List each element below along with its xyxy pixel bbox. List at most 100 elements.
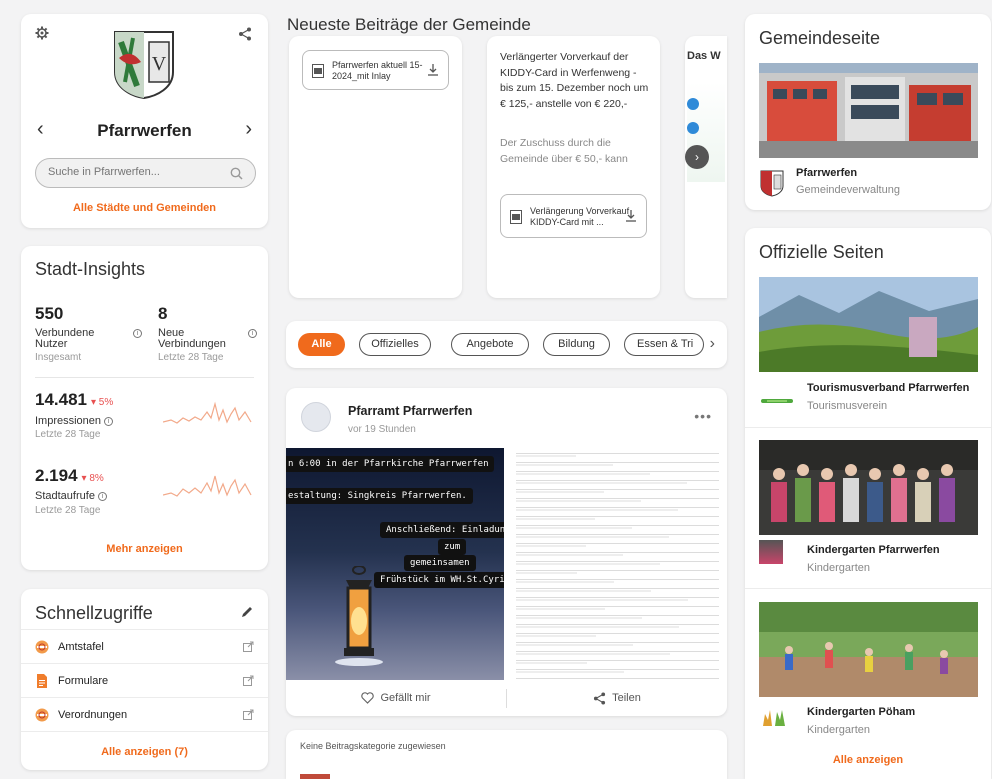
city-visits-number: 2.194: [35, 466, 78, 485]
schedule-rule: [516, 651, 719, 652]
external-link-icon[interactable]: [243, 709, 254, 720]
schedule-fine-print: [516, 518, 595, 520]
news-card-text: Verlängerter Vorverkauf der KIDDY-Card i…: [500, 51, 649, 110]
carousel-next-button[interactable]: ›: [685, 145, 709, 169]
municipal-seal-icon: [35, 640, 49, 654]
like-button[interactable]: Gefällt mir: [286, 681, 506, 716]
filter-chip-alle[interactable]: Alle: [298, 333, 345, 356]
external-link-icon[interactable]: [243, 641, 254, 652]
tourism-photo[interactable]: [759, 277, 978, 372]
news-card-3-title: Das W: [687, 50, 721, 62]
schedule-fine-print: [516, 473, 650, 475]
impressions-label-text: Impressionen: [35, 415, 102, 427]
svg-text:V: V: [152, 53, 167, 75]
official-page-name[interactable]: Kindergarten Pöham: [807, 706, 915, 718]
schedule-image[interactable]: [508, 448, 727, 680]
municipality-photo[interactable]: [759, 63, 978, 158]
gear-icon[interactable]: [35, 26, 49, 40]
news-card-3[interactable]: Das W ›: [685, 36, 727, 298]
city-visits-label-text: Stadtaufrufe: [35, 490, 95, 502]
pdf-file-icon: [312, 64, 324, 78]
schedule-fine-print: [516, 536, 669, 538]
post-image[interactable]: n 6:00 in der Pfarrkirche Pfarrwerfen es…: [286, 448, 504, 680]
schedule-fine-print: [516, 464, 613, 466]
schedule-fine-print: [516, 671, 624, 673]
search-icon[interactable]: [230, 167, 243, 180]
schedule-lines: [508, 453, 727, 680]
new-connections-value: 8: [158, 304, 168, 323]
blue-circle-icon: [687, 98, 699, 110]
attachment-button[interactable]: Verlängerung Vorverkauf KIDDY-Card mit .…: [500, 194, 647, 238]
share-icon[interactable]: [238, 27, 252, 41]
filter-chip-essen[interactable]: Essen & Tri: [624, 333, 704, 356]
more-options-icon[interactable]: •••: [694, 408, 712, 424]
pdf-file-icon: [510, 210, 522, 224]
share-button[interactable]: Teilen: [507, 681, 727, 716]
kindergarten-photo[interactable]: [759, 440, 978, 535]
official-page-name[interactable]: Kindergarten Pfarrwerfen: [807, 544, 940, 556]
news-section-title: Neueste Beiträge der Gemeinde: [287, 15, 531, 34]
all-cities-link[interactable]: Alle Städte und Gemeinden: [21, 202, 268, 214]
info-icon[interactable]: i: [248, 329, 257, 338]
city-visits-label: Stadtaufrufe i: [35, 491, 107, 502]
connected-users-sub: Insgesamt: [35, 352, 82, 363]
official-page-name[interactable]: Tourismusverband Pfarrwerfen: [807, 382, 969, 394]
municipality-name[interactable]: Pfarrwerfen: [796, 167, 857, 179]
connected-users-value: 550: [35, 304, 64, 323]
city-search-box[interactable]: [35, 158, 256, 188]
post-time: vor 19 Stunden: [348, 424, 416, 435]
schedule-rule: [516, 525, 719, 526]
schedule-fine-print: [516, 581, 614, 583]
quick-item-verordnungen[interactable]: Verordnungen: [21, 697, 268, 731]
schedule-rule: [516, 642, 719, 643]
author-avatar[interactable]: [301, 402, 331, 432]
external-link-icon[interactable]: [243, 675, 254, 686]
schedule-fine-print: [516, 653, 670, 655]
quick-item-amtstafel[interactable]: Amtstafel: [21, 629, 268, 663]
news-card-2[interactable]: Verlängerter Vorverkauf der KIDDY-Card i…: [487, 36, 660, 298]
download-icon[interactable]: [428, 64, 438, 76]
image-text-line: n 6:00 in der Pfarrkirche Pfarrwerfen: [286, 456, 495, 472]
info-icon[interactable]: i: [98, 491, 107, 501]
info-icon[interactable]: i: [133, 329, 142, 338]
filter-chip-bildung[interactable]: Bildung: [543, 333, 610, 356]
municipal-seal-icon: [35, 708, 49, 722]
info-icon[interactable]: i: [104, 416, 114, 426]
attachment-button[interactable]: Pfarrwerfen aktuell 15-2024_mit Inlay: [302, 50, 449, 90]
schedule-rule: [516, 570, 719, 571]
download-icon[interactable]: [626, 210, 636, 222]
impressions-number: 14.481: [35, 390, 87, 409]
filter-chip-angebote[interactable]: Angebote: [451, 333, 529, 356]
scroll-right-chevron-icon[interactable]: ›: [710, 335, 715, 353]
official-pages-card: Offizielle Seiten Tourismusverband Pfarr…: [745, 228, 991, 779]
quick-item-formulare[interactable]: Formulare: [21, 663, 268, 697]
city-search-input[interactable]: [48, 166, 218, 178]
schedule-rule: [516, 453, 719, 454]
city-visits-sparkline: [163, 475, 252, 497]
divider: [745, 427, 991, 428]
municipality-page-title: Gemeindeseite: [759, 28, 881, 48]
all-quick-links[interactable]: Alle anzeigen (7): [21, 746, 268, 758]
impressions-sub: Letzte 28 Tage: [35, 429, 101, 440]
impressions-label: Impressionen i: [35, 415, 114, 427]
kindergarten-poeham-photo[interactable]: [759, 602, 978, 697]
schedule-fine-print: [516, 527, 632, 529]
next-city-chevron-icon[interactable]: ›: [245, 118, 252, 141]
more-insights-link[interactable]: Mehr anzeigen: [21, 543, 268, 555]
like-label: Gefällt mir: [380, 692, 431, 704]
schedule-fine-print: [516, 554, 623, 556]
town-hall-illustration: [759, 63, 978, 158]
post-thumbnail[interactable]: [300, 774, 330, 779]
official-page-type: Kindergarten: [807, 562, 870, 574]
impressions-sparkline: [163, 401, 252, 424]
municipality-page-card: Gemeindeseite Pfarrwerfen Gemeindeverwal…: [745, 14, 991, 210]
post-author[interactable]: Pfarramt Pfarrwerfen: [348, 404, 472, 418]
schedule-fine-print: [516, 455, 576, 457]
filter-chip-offizielles[interactable]: Offizielles: [359, 333, 431, 356]
schedule-fine-print: [516, 545, 586, 547]
news-card-1[interactable]: Pfarrwerfen aktuell 15-2024_mit Inlay: [289, 36, 462, 298]
all-official-pages-link[interactable]: Alle anzeigen: [745, 754, 991, 766]
divider: [21, 731, 268, 732]
divider: [35, 377, 254, 378]
edit-pencil-icon[interactable]: [240, 605, 254, 619]
